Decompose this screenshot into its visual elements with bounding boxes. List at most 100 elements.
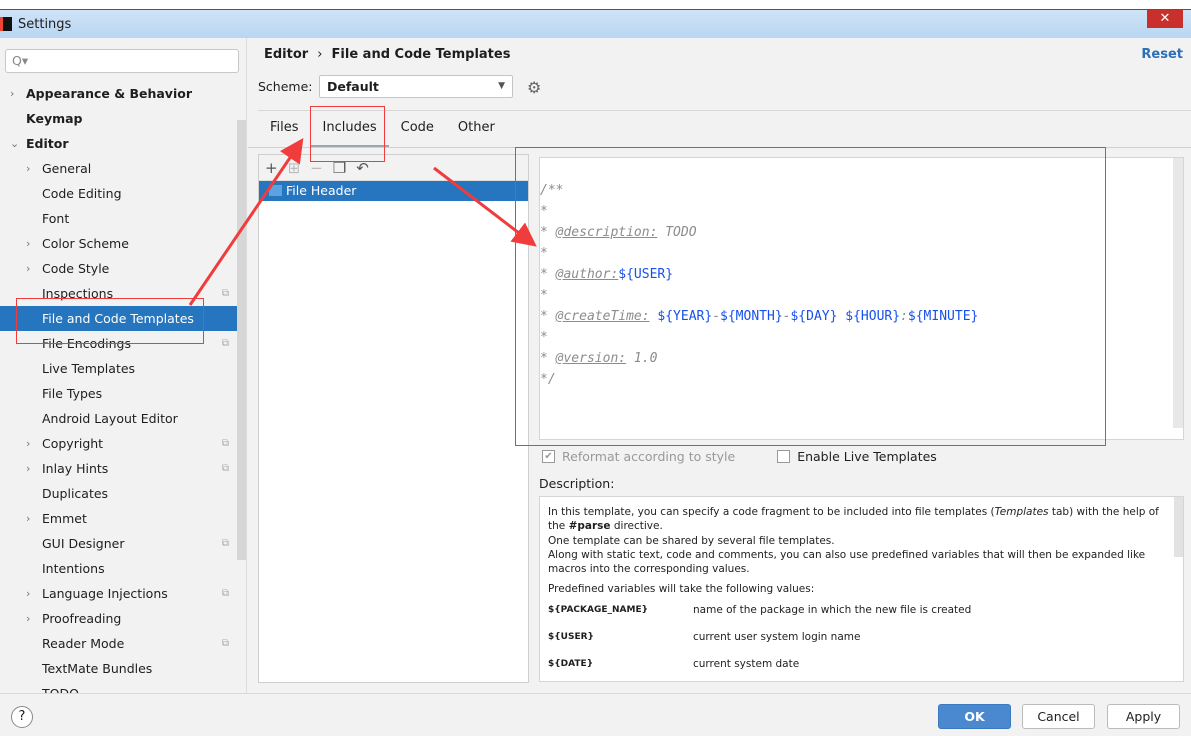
sidebar-item-label: Duplicates [42,486,109,501]
sidebar-item-label: Intentions [42,561,105,576]
chevron-icon[interactable]: › [26,581,30,606]
variable-row: ${USER} current user system login name [548,630,1175,657]
description-label: Description: [539,476,615,491]
sidebar-item[interactable]: TextMate Bundles [0,656,237,681]
scheme-value: Default [327,79,379,94]
apply-button[interactable]: Apply [1107,704,1180,729]
sidebar-item[interactable]: › Language Injections ⧉ [0,581,237,606]
help-button[interactable]: ? [11,706,33,728]
project-settings-icon: ⧉ [221,338,229,349]
sidebar-item-label: General [42,161,92,176]
sidebar-item[interactable]: Code Editing [0,181,237,206]
ok-button[interactable]: OK [938,704,1011,729]
checkbox-icon [777,450,791,463]
sidebar-item-label: Language Injections [42,586,168,601]
sidebar-item-label: Reader Mode [42,636,125,651]
variable-name: ${DATE} [548,658,594,669]
app-icon [0,17,12,31]
sidebar-item[interactable]: Keymap [0,106,237,131]
variable-description: current user system login name [693,630,861,643]
sidebar-item-label: Code Editing [42,186,122,201]
chevron-icon[interactable]: › [26,256,30,281]
search-input[interactable]: Q▾ [5,49,239,73]
sidebar-item-label: GUI Designer [42,536,125,551]
template-list-panel: + ⊞ − ❐ ↶ File Header [258,154,529,683]
add-child-icon[interactable]: ⊞ [288,159,301,177]
sidebar-item[interactable]: Live Templates [0,356,237,381]
chevron-icon[interactable]: › [26,506,30,531]
sidebar-item[interactable]: Reader Mode ⧉ [0,631,237,656]
sidebar-item[interactable]: › Emmet [0,506,237,531]
settings-tree: › Appearance & Behavior Keymap ⌄ Editor › Gene… [0,81,237,706]
project-settings-icon: ⧉ [221,463,229,474]
window-title: Settings [18,16,72,32]
project-settings-icon: ⧉ [221,288,229,299]
annotation-box [310,106,385,162]
sidebar-item[interactable]: Intentions [0,556,237,581]
enable-live-templates-checkbox[interactable]: Enable Live Templates [777,449,937,464]
sidebar-item-label: Appearance & Behavior [26,86,192,101]
list-item[interactable]: File Header [259,181,528,201]
chevron-icon[interactable]: › [26,606,30,631]
checkbox-icon: ✔ [542,450,555,463]
project-settings-icon: ⧉ [221,638,229,649]
tab-other[interactable]: Other [446,118,507,148]
sidebar-item[interactable]: GUI Designer ⧉ [0,531,237,556]
chevron-icon[interactable]: › [26,431,30,456]
annotation-box [515,147,1106,446]
sidebar-item[interactable]: › Copyright ⧉ [0,431,237,456]
project-settings-icon: ⧉ [221,538,229,549]
sidebar-item[interactable]: › Color Scheme [0,231,237,256]
project-settings-icon: ⧉ [221,438,229,449]
sidebar-item[interactable]: › Appearance & Behavior [0,81,237,106]
file-icon [269,185,282,196]
chevron-icon[interactable]: ⌄ [10,131,19,156]
description-panel: In this template, you can specify a code… [539,496,1184,682]
background-window-strip [0,0,1191,10]
sidebar-item-label: Live Templates [42,361,136,376]
gear-icon[interactable]: ⚙ [527,78,541,97]
sidebar-item-label: Font [42,211,70,226]
chevron-icon[interactable]: › [26,456,30,481]
project-settings-icon: ⧉ [221,588,229,599]
cancel-button[interactable]: Cancel [1022,704,1095,729]
chevron-icon[interactable]: › [26,231,30,256]
sidebar-item-label: Color Scheme [42,236,129,251]
add-icon[interactable]: + [265,159,278,177]
sidebar-item-label: Inlay Hints [42,461,109,476]
sidebar-item-label: Keymap [26,111,83,126]
breadcrumb-parent[interactable]: Editor [264,47,308,62]
live-templates-label: Enable Live Templates [797,449,937,464]
tab-code[interactable]: Code [389,118,446,148]
tab-files[interactable]: Files [258,118,311,148]
breadcrumb-current: File and Code Templates [331,47,511,62]
reformat-checkbox[interactable]: ✔ Reformat according to style [542,449,735,464]
variable-row: ${PACKAGE_NAME} name of the package in wh… [548,603,1175,630]
template-options: ✔ Reformat according to style Enable Live… [542,449,937,464]
chevron-icon[interactable]: › [10,81,14,106]
sidebar-item[interactable]: File Types [0,381,237,406]
sidebar-item-label: File Types [42,386,103,401]
list-item-label: File Header [286,183,357,198]
sidebar-item[interactable]: › General [0,156,237,181]
description-scrollbar[interactable] [1174,497,1183,557]
sidebar-scrollbar[interactable] [237,120,246,560]
sidebar-item[interactable]: Font [0,206,237,231]
chevron-icon[interactable]: › [26,156,30,181]
sidebar-item[interactable]: ⌄ Editor [0,131,237,156]
reformat-label: Reformat according to style [562,449,736,464]
scheme-label: Scheme: [258,79,313,94]
variable-description: current system date [693,657,800,670]
sidebar-item[interactable]: › Code Style [0,256,237,281]
scheme-dropdown[interactable]: Default ▼ [319,75,513,98]
annotation-box [16,298,204,344]
sidebar-item-label: TextMate Bundles [42,661,153,676]
editor-scrollbar[interactable] [1173,158,1183,428]
sidebar-item[interactable]: › Proofreading [0,606,237,631]
sidebar-item[interactable]: › Inlay Hints ⧉ [0,456,237,481]
close-button[interactable]: ✕ [1147,10,1183,28]
reset-link[interactable]: Reset [1141,47,1183,62]
sidebar-item[interactable]: Duplicates [0,481,237,506]
sidebar-item[interactable]: Android Layout Editor [0,406,237,431]
sidebar-item-label: Emmet [42,511,87,526]
